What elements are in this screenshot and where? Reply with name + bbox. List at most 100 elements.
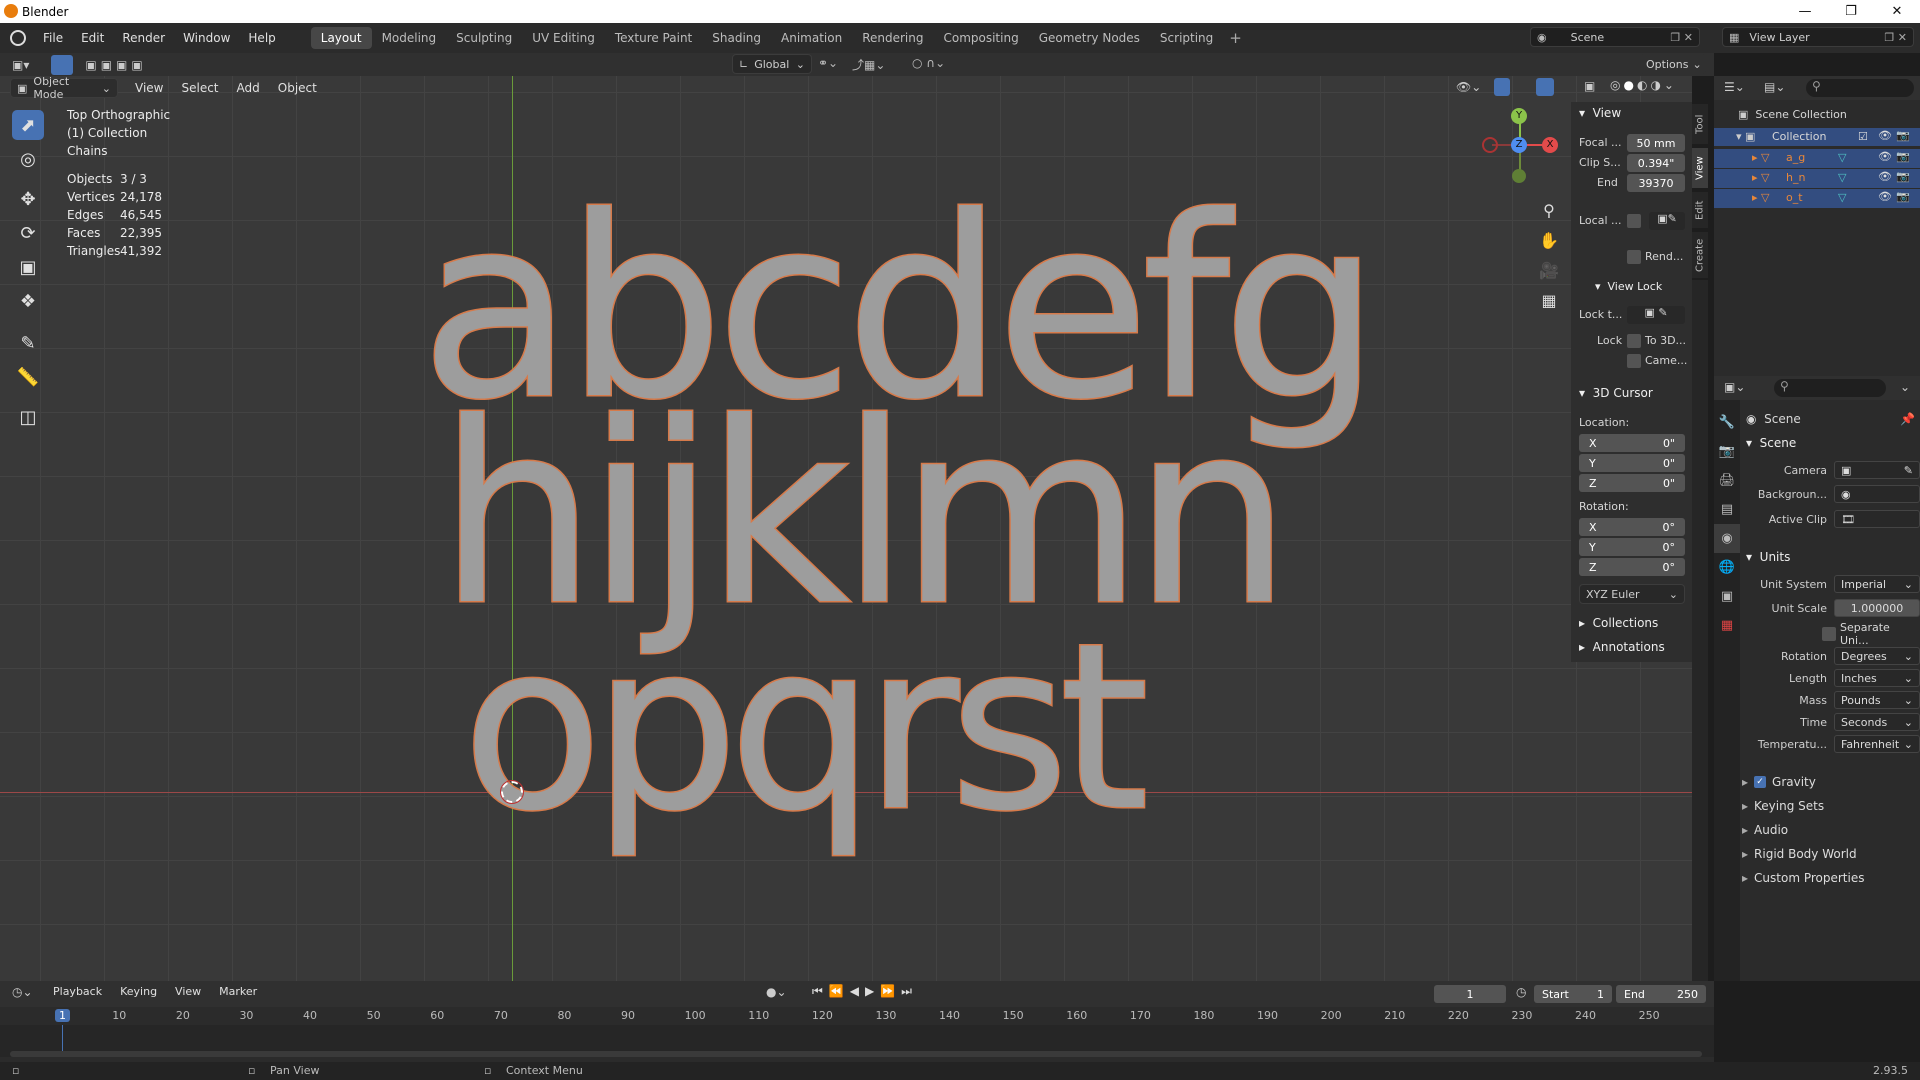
panel-gravity[interactable]: ▸ ✓ Gravity <box>1742 770 1920 794</box>
3d-viewport[interactable]: ▣ Object Mode ⌄ View Select Add Object 👁⌄ ▣… <box>0 76 1692 981</box>
active-clip-field[interactable]: 🎞 <box>1834 510 1920 528</box>
minimize-button[interactable]: — <box>1782 0 1828 23</box>
focal-length-field[interactable]: 50 mm <box>1627 134 1685 152</box>
viewport-menu-view[interactable]: View <box>126 81 172 95</box>
add-workspace-icon[interactable]: + <box>1229 29 1242 47</box>
unit-value-field[interactable]: Pounds ⌄ <box>1834 691 1920 709</box>
select-box-icon[interactable] <box>51 54 74 75</box>
tab-animation[interactable]: Animation <box>771 27 852 49</box>
restore-button[interactable]: ❐ <box>1828 0 1874 23</box>
move-tool-icon[interactable]: ✥ <box>12 184 44 214</box>
annotate-tool-icon[interactable]: ✎ <box>12 328 44 358</box>
overlay-toggle-icon[interactable] <box>1536 78 1554 96</box>
cursor-rot-y-field[interactable]: Y 0° <box>1579 538 1685 556</box>
current-frame-field[interactable]: 1 <box>1434 985 1506 1003</box>
clock-icon[interactable]: ◷ <box>1516 985 1526 999</box>
record-icon[interactable]: ●⌄ <box>766 985 787 999</box>
visibility-icon[interactable]: 👁⌄ <box>1456 80 1481 94</box>
lock-camera-checkbox[interactable] <box>1627 354 1641 368</box>
copy-icon[interactable]: ❐ ✕ <box>1884 31 1907 44</box>
editor-type-icon[interactable]: ☰⌄ <box>1724 80 1745 94</box>
editor-type-icon[interactable]: ▣▾ <box>12 58 29 72</box>
rotate-tool-icon[interactable]: ⟳ <box>12 218 44 248</box>
outliner-object-row[interactable]: ▸ ▽ a_g ▽ 👁 📷 <box>1714 148 1920 168</box>
tab-geometry-nodes[interactable]: Geometry Nodes <box>1029 27 1150 49</box>
view-layer-selector[interactable]: ▦ View Layer ❐ ✕ <box>1722 27 1914 47</box>
checkbox-icon[interactable]: ☑ <box>1858 130 1868 143</box>
view-panel-header[interactable]: ▾ View <box>1571 106 1692 120</box>
panel-custom-properties[interactable]: ▸ Custom Properties <box>1742 866 1920 890</box>
select-tool-icon[interactable]: ⬈ <box>12 110 44 140</box>
render-camera-icon[interactable]: 📷 <box>1896 150 1910 163</box>
3d-cursor-header[interactable]: ▾ 3D Cursor <box>1571 386 1692 400</box>
tab-compositing[interactable]: Compositing <box>933 27 1028 49</box>
render-camera-icon[interactable]: 📷 <box>1896 170 1910 183</box>
tab-create[interactable]: Create <box>1692 232 1708 278</box>
menu-window[interactable]: Window <box>174 31 239 45</box>
proportional-edit-icon[interactable]: ○ ∩⌄ <box>912 56 945 70</box>
annotations-header[interactable]: ▸ Annotations <box>1571 640 1692 654</box>
units-panel-header[interactable]: ▾ Units <box>1746 550 1790 564</box>
timeline-scrollbar[interactable] <box>10 1051 1702 1057</box>
unit-value-field[interactable]: 1.000000 <box>1834 599 1920 617</box>
add-cube-tool-icon[interactable]: ◫ <box>12 402 44 432</box>
tab-view[interactable]: View <box>1692 148 1708 188</box>
visibility-eye-icon[interactable]: 👁 <box>1878 190 1892 203</box>
editor-type-icon[interactable]: ▣⌄ <box>1724 380 1745 394</box>
tab-sculpting[interactable]: Sculpting <box>446 27 522 49</box>
tab-edit[interactable]: Edit <box>1692 192 1708 228</box>
timeline-menu-playback[interactable]: Playback <box>44 985 111 998</box>
gizmo-x-icon[interactable]: X <box>1542 137 1558 153</box>
unit-value-field[interactable]: Inches ⌄ <box>1834 669 1920 687</box>
unit-value-field[interactable]: Degrees ⌄ <box>1834 647 1920 665</box>
viewport-menu-add[interactable]: Add <box>228 81 269 95</box>
render-camera-icon[interactable]: 📷 <box>1896 190 1910 203</box>
gizmo-neg-x-icon[interactable] <box>1482 137 1498 153</box>
cursor-loc-y-field[interactable]: Y 0" <box>1579 454 1685 472</box>
viewport-menu-object[interactable]: Object <box>269 81 326 95</box>
gizmo-z-icon[interactable]: Z <box>1511 137 1527 153</box>
timeline-menu-view[interactable]: View <box>166 985 210 998</box>
pivot-icon[interactable]: ⚭⌄ <box>818 56 838 70</box>
gizmo-toggle-icon[interactable] <box>1494 78 1510 96</box>
options-dropdown[interactable]: Options ⌄ <box>1640 54 1706 74</box>
unit-value-field[interactable]: Imperial ⌄ <box>1834 575 1920 593</box>
blender-menu-icon[interactable] <box>10 30 26 46</box>
separate-units-checkbox[interactable] <box>1822 627 1836 641</box>
scene-panel-header[interactable]: ▾ Scene <box>1746 436 1796 450</box>
local-camera-checkbox[interactable] <box>1627 214 1641 228</box>
search-input[interactable]: ⚲ <box>1774 379 1886 397</box>
clip-start-field[interactable]: 0.394" <box>1627 154 1685 172</box>
tab-texture-paint[interactable]: Texture Paint <box>605 27 702 49</box>
copy-icon[interactable]: ❐ ✕ <box>1670 31 1693 44</box>
selection-mode-icons[interactable]: ▣▣▣▣ <box>85 58 146 72</box>
editor-type-icon[interactable]: ◷⌄ <box>12 985 33 999</box>
panel-rigid-body-world[interactable]: ▸ Rigid Body World <box>1742 842 1920 866</box>
chevron-down-icon[interactable]: ⌄ <box>1900 380 1910 394</box>
unit-value-field[interactable]: Seconds ⌄ <box>1834 713 1920 731</box>
outliner-object-row[interactable]: ▸ ▽ h_n ▽ 👁 📷 <box>1714 168 1920 188</box>
render-region-checkbox[interactable] <box>1627 250 1641 264</box>
collections-header[interactable]: ▸ Collections <box>1571 616 1692 630</box>
view-lock-header[interactable]: ▾ View Lock <box>1571 280 1692 293</box>
eyedropper-icon[interactable]: ▣✎ <box>1649 212 1685 230</box>
cursor-tool-icon[interactable]: ◎ <box>12 144 44 174</box>
transform-orientation-dropdown[interactable]: ∟ Global ⌄ <box>732 54 812 74</box>
shading-modes-icons[interactable]: ◎●◐◑⌄ <box>1610 78 1677 92</box>
menu-render[interactable]: Render <box>113 31 174 45</box>
lock-object-field[interactable]: ▣ ✎ <box>1627 306 1685 324</box>
tab-modeling[interactable]: Modeling <box>372 27 447 49</box>
measure-tool-icon[interactable]: 📏 <box>12 362 44 392</box>
gizmo-neg-y-icon[interactable] <box>1512 169 1526 183</box>
rotation-mode-dropdown[interactable]: XYZ Euler ⌄ <box>1579 584 1685 604</box>
zoom-icon[interactable]: ⚲ <box>1538 196 1560 226</box>
tab-tool[interactable]: Tool <box>1692 104 1708 144</box>
transform-tool-icon[interactable]: ❖ <box>12 286 44 316</box>
tab-uv-editing[interactable]: UV Editing <box>522 27 605 49</box>
tab-shading[interactable]: Shading <box>702 27 771 49</box>
scene-selector[interactable]: ◉ Scene ❐ ✕ <box>1530 27 1700 47</box>
letters-row-3[interactable]: opqrst <box>460 612 1150 845</box>
tab-rendering[interactable]: Rendering <box>852 27 933 49</box>
gravity-checkbox[interactable]: ✓ <box>1754 776 1767 788</box>
menu-edit[interactable]: Edit <box>72 31 113 45</box>
